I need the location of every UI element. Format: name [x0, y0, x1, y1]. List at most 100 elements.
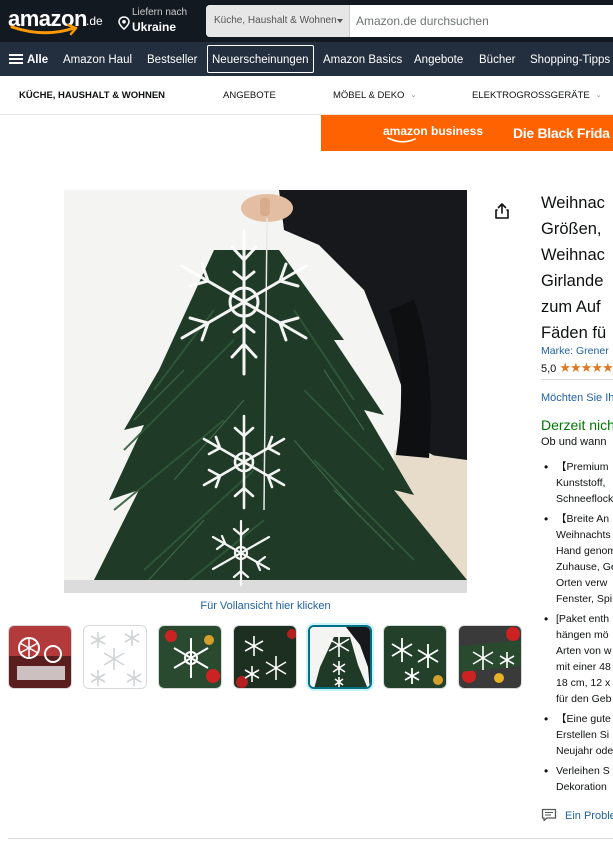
amazon-business-banner[interactable]: amazon business Die Black Frida — [321, 115, 613, 151]
subnav-kitchen-home[interactable]: KÜCHE, HAUSHALT & WOHNEN — [19, 76, 165, 115]
availability-status: Derzeit nich — [541, 417, 613, 433]
title-line: zum Auf — [541, 298, 601, 316]
thumbnail-6[interactable] — [383, 625, 447, 689]
thumbnail-2[interactable] — [83, 625, 147, 689]
thumbnail-3[interactable] — [158, 625, 222, 689]
main-nav: Alle Amazon Haul Bestseller Neuerscheinu… — [0, 42, 613, 76]
bullet-line: Arten von w — [556, 645, 612, 657]
bullet-line: Hand genom — [556, 545, 613, 557]
bullet-line: Orten verw — [556, 577, 608, 589]
search-bar: Küche, Haushalt & Wohnen — [206, 5, 613, 37]
feature-bullet: 【Breite An Weihnachts Hand genom Zuhause… — [541, 511, 613, 607]
category-subnav: KÜCHE, HAUSHALT & WOHNEN ANGEBOTE MÖBEL … — [0, 76, 613, 115]
bullet-line: Fenster, Spi — [556, 593, 613, 605]
title-line: Girlande — [541, 272, 604, 290]
title-line: Weihnac — [541, 194, 605, 212]
bullet-line: 【Premium — [556, 461, 609, 473]
star-rating-icon: ★★★★★ — [559, 360, 613, 375]
location-pin-icon — [118, 16, 130, 30]
deliver-to[interactable]: Liefern nach Ukraine — [118, 7, 198, 37]
title-line: Fäden fü — [541, 324, 607, 342]
chevron-down-icon — [337, 19, 343, 23]
share-icon[interactable] — [493, 202, 511, 220]
feedback-icon — [541, 808, 557, 822]
bullet-line: Dekoration — [556, 781, 607, 793]
logo-smile-icon — [10, 24, 78, 36]
rating[interactable]: 5,0 ★★★★★ — [541, 360, 613, 376]
chevron-down-icon: ⌄ — [595, 92, 602, 99]
bullet-line: Weihnachts — [556, 529, 611, 541]
bullet-line: Erstellen Si — [556, 729, 610, 741]
banner-smile-icon — [387, 137, 416, 143]
question-link[interactable]: Möchten Sie Ih — [541, 392, 613, 404]
bullet-line: Zuhause, Ge — [556, 561, 613, 573]
subnav-label: ANGEBOTE — [223, 90, 276, 101]
nav-item-bestseller[interactable]: Bestseller — [142, 45, 203, 73]
nav-item-buecher[interactable]: Bücher — [474, 45, 520, 73]
banner-brand: amazon business — [383, 124, 484, 138]
subnav-angebote[interactable]: ANGEBOTE — [223, 76, 276, 115]
chevron-down-icon: ⌄ — [410, 92, 417, 99]
thumbnail-5-selected[interactable] — [308, 625, 372, 689]
rating-value: 5,0 — [541, 363, 557, 375]
bullet-line: Neujahr ode — [556, 745, 613, 757]
feature-bullet: 【Premium Kunststoff, Schneeflock — [541, 459, 613, 507]
feature-bullets: 【Premium Kunststoff, Schneeflock 【Breite… — [541, 459, 613, 799]
nav-item-amazon-basics[interactable]: Amazon Basics — [318, 45, 407, 73]
bullet-line: Schneeflock — [556, 493, 613, 505]
deliver-label: Liefern nach — [132, 7, 188, 18]
thumbnail-photo — [9, 626, 71, 688]
subnav-label: ELEKTROGROSSGERÄTE — [472, 90, 590, 101]
feature-bullet: Verleihen S Dekoration — [541, 763, 613, 795]
thumbnail-strip — [8, 625, 528, 691]
thumbnail-photo — [84, 626, 146, 688]
deliver-country: Ukraine — [132, 20, 177, 34]
subnav-elektrogrossgeraete[interactable]: ELEKTROGROSSGERÄTE ⌄ — [472, 76, 602, 115]
report-problem-label: Ein Proble — [565, 810, 613, 822]
bullet-line: 【Eine gute — [556, 713, 611, 725]
bullet-line: Verleihen S — [556, 765, 610, 777]
product-main-image[interactable] — [64, 190, 467, 593]
hamburger-menu-icon[interactable] — [9, 54, 23, 64]
search-input[interactable] — [356, 5, 613, 37]
title-line: Größen, — [541, 220, 602, 238]
divider — [541, 379, 613, 380]
feature-bullet: [Paket enth hängen mö Arten von w mit ei… — [541, 611, 613, 707]
thumbnail-photo — [159, 626, 221, 688]
bullet-line: [Paket enth — [556, 613, 610, 625]
thumbnail-photo — [384, 626, 446, 688]
top-header: amazon .de Liefern nach Ukraine Küche, H… — [0, 0, 613, 42]
thumbnail-photo — [310, 627, 370, 687]
fullview-link[interactable]: Für Vollansicht hier klicken — [64, 600, 467, 612]
thumbnail-4[interactable] — [233, 625, 297, 689]
brand-link[interactable]: Marke: Grener — [541, 345, 609, 357]
divider — [8, 838, 613, 839]
product-title: Weihnac Größen, Weihnac Girlande zum Auf… — [541, 190, 613, 346]
search-category-label: Küche, Haushalt & Wohnen — [214, 15, 337, 26]
nav-item-shopping-tipps[interactable]: Shopping-Tipps — [525, 45, 613, 73]
thumbnail-1[interactable] — [8, 625, 72, 689]
nav-item-angebote[interactable]: Angebote — [409, 45, 468, 73]
bullet-line: 18 cm, 12 x — [556, 677, 611, 689]
subnav-moebel-deko[interactable]: MÖBEL & DEKO ⌄ — [333, 76, 416, 115]
thumbnail-photo — [234, 626, 296, 688]
subnav-label: KÜCHE, HAUSHALT & WOHNEN — [19, 90, 166, 101]
availability-note: Ob und wann — [541, 436, 607, 448]
bullet-line: für den Geb — [556, 693, 612, 705]
subnav-label: MÖBEL & DEKO — [333, 90, 405, 101]
bullet-line: 【Breite An — [556, 513, 610, 525]
logo-tld: .de — [86, 14, 103, 28]
thumbnail-photo — [459, 626, 521, 688]
nav-item-amazon-haul[interactable]: Amazon Haul — [58, 45, 137, 73]
amazon-logo[interactable]: amazon .de — [8, 6, 108, 38]
nav-all[interactable]: Alle — [22, 45, 53, 73]
search-category-dropdown[interactable]: Küche, Haushalt & Wohnen — [206, 5, 350, 37]
product-photo — [64, 190, 467, 593]
nav-item-neuerscheinungen[interactable]: Neuerscheinungen — [207, 45, 314, 73]
bullet-line: Kunststoff, — [556, 477, 606, 489]
title-line: Weihnac — [541, 246, 605, 264]
bullet-line: hängen mö — [556, 629, 609, 641]
bullet-line: mit einer 48 — [556, 661, 611, 673]
banner-slogan: Die Black Frida — [513, 125, 610, 141]
thumbnail-7[interactable] — [458, 625, 522, 689]
